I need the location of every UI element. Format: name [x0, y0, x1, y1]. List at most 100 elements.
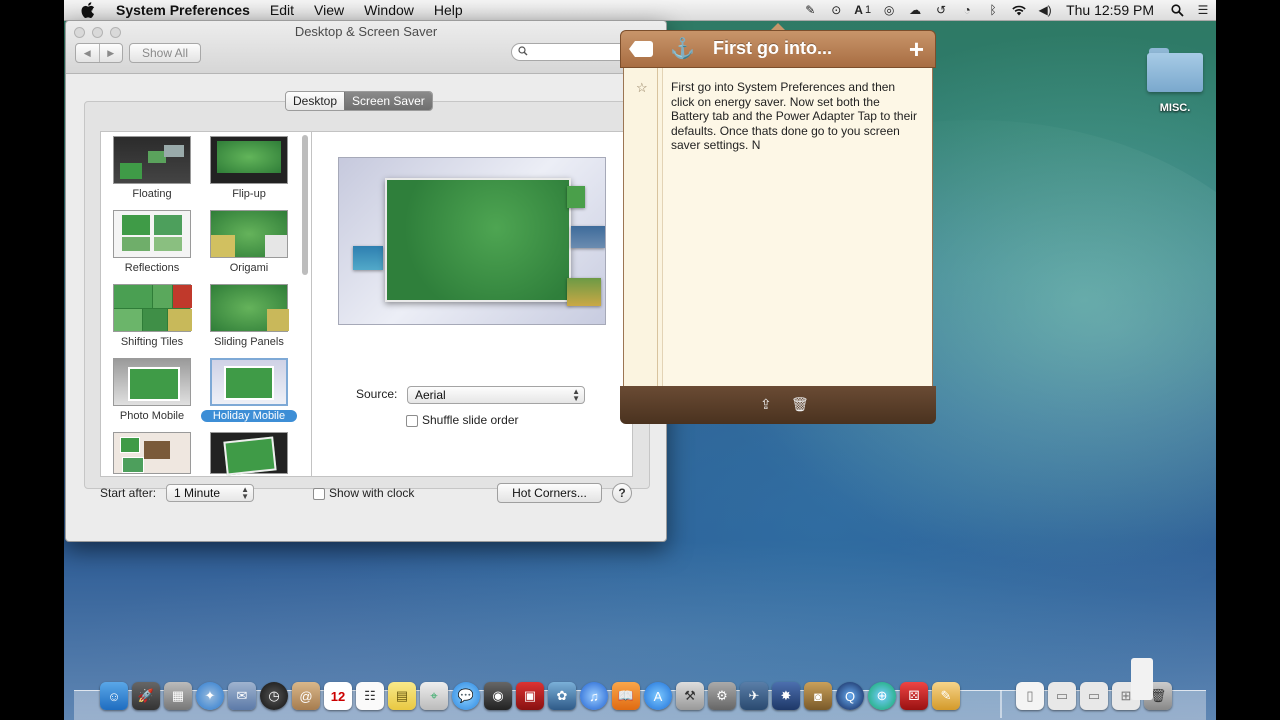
finder-icon[interactable]: ☺: [100, 682, 128, 710]
preview-photo-top-right: [567, 186, 585, 208]
clock-icon[interactable]: ◔: [959, 3, 975, 17]
list-scrollbar[interactable]: [302, 135, 308, 275]
iphoto-icon[interactable]: ✿: [548, 682, 576, 710]
record-icon[interactable]: ⊙: [828, 3, 844, 17]
tab-screen-saver[interactable]: Screen Saver: [344, 92, 432, 110]
menu-window[interactable]: Window: [354, 2, 424, 18]
wifi-icon[interactable]: [1011, 3, 1027, 17]
network-utility-icon[interactable]: ⊕: [868, 682, 896, 710]
note-editor[interactable]: ☆ First go into System Preferences and t…: [623, 68, 933, 414]
saver-label-sliding-panels[interactable]: Sliding Panels: [201, 336, 297, 348]
star-icon[interactable]: ☆: [636, 80, 648, 96]
saver-label-shifting-tiles[interactable]: Shifting Tiles: [104, 336, 200, 348]
contacts-icon[interactable]: @: [292, 682, 320, 710]
screenshots-stack-icon[interactable]: ▭: [1080, 682, 1108, 710]
misc-folder-label: MISC.: [1159, 102, 1191, 114]
status-area: ✎ ⊙ A1 ◎ ☁ ↺ ◔ ᛒ ◀) Thu 12:59 PM ☰: [797, 0, 1216, 20]
saver-label-photo-mobile[interactable]: Photo Mobile: [104, 410, 200, 422]
notification-center-icon[interactable]: ☰: [1195, 3, 1211, 17]
calendar-icon[interactable]: 12: [324, 682, 352, 710]
saver-thumbnail-classic[interactable]: [210, 432, 288, 476]
screen-saver-list: Floating Flip-up Reflections Origami Shi…: [100, 131, 312, 477]
trash-icon[interactable]: 🗑: [791, 396, 809, 413]
reminders-icon[interactable]: ☷: [356, 682, 384, 710]
adobe-icon[interactable]: A1: [854, 3, 871, 17]
menu-help[interactable]: Help: [424, 2, 473, 18]
document-stack-icon[interactable]: ▯: [1016, 682, 1044, 710]
sync-icon[interactable]: ◎: [881, 3, 897, 17]
saver-label-origami[interactable]: Origami: [201, 262, 297, 274]
saver-label-flip-up[interactable]: Flip-up: [201, 188, 297, 200]
airplane-app-icon[interactable]: ✈: [740, 682, 768, 710]
source-popup[interactable]: Aerial ▲ ▼: [407, 386, 585, 404]
share-icon[interactable]: ⇪: [760, 396, 772, 413]
utilities-icon[interactable]: ⚒: [676, 682, 704, 710]
photo-booth-icon[interactable]: ▣: [516, 682, 544, 710]
bluetooth-icon[interactable]: ᛒ: [985, 3, 1001, 17]
downloads-stack-icon[interactable]: ▭: [1048, 682, 1076, 710]
forward-arrow-icon[interactable]: ▶: [100, 44, 123, 62]
creative-cloud-icon[interactable]: ☁: [907, 3, 923, 17]
mission-control-icon[interactable]: ▦: [164, 682, 192, 710]
show-all-button[interactable]: Show All: [129, 43, 201, 63]
app-store-icon[interactable]: A: [644, 682, 672, 710]
mail-icon[interactable]: ✉: [228, 682, 256, 710]
saver-thumbnail-flip-up[interactable]: [210, 136, 288, 184]
system-preferences-icon[interactable]: ⚙: [708, 682, 736, 710]
misc-folder-icon[interactable]: [1147, 48, 1203, 92]
saver-thumbnail-holiday-mobile[interactable]: [210, 358, 288, 406]
shuffle-checkbox[interactable]: [406, 415, 418, 427]
anchor-icon[interactable]: ⚓: [670, 36, 695, 61]
note-footer: ⇪ 🗑: [620, 386, 936, 424]
saver-thumbnail-floating[interactable]: [113, 136, 191, 184]
add-note-icon[interactable]: +: [909, 34, 924, 65]
shuffle-label[interactable]: Shuffle slide order: [422, 413, 519, 427]
volume-icon[interactable]: ◀): [1037, 3, 1053, 17]
safari-icon[interactable]: ✦: [196, 682, 224, 710]
popup-arrows-icon: ▲ ▼: [241, 485, 249, 501]
ibooks-icon[interactable]: 📖: [612, 682, 640, 710]
hot-corners-button[interactable]: Hot Corners...: [497, 483, 602, 503]
back-arrow-icon[interactable]: ◀: [76, 44, 100, 62]
tab-desktop[interactable]: Desktop: [286, 92, 345, 110]
note-text[interactable]: First go into System Preferences and the…: [671, 80, 921, 153]
saver-label-floating[interactable]: Floating: [104, 188, 200, 200]
saver-label-holiday-mobile[interactable]: Holiday Mobile: [201, 410, 297, 422]
saver-thumbnail-origami[interactable]: [210, 210, 288, 258]
note-title: First go into...: [713, 38, 832, 58]
saver-thumbnail-shifting-tiles[interactable]: [113, 284, 192, 332]
dashboard-icon[interactable]: ◷: [260, 682, 288, 710]
apple-icon[interactable]: [80, 2, 96, 18]
notes-widget: ⚓ First go into... + ☆ First go into Sys…: [620, 23, 936, 424]
spotlight-icon[interactable]: [1169, 3, 1185, 17]
saver-thumbnail-sliding-panels[interactable]: [210, 284, 289, 332]
quicktime-icon[interactable]: Q: [836, 682, 864, 710]
saver-thumbnail-vintage-prints[interactable]: [113, 432, 191, 474]
saver-label-reflections[interactable]: Reflections: [104, 262, 200, 274]
menu-view[interactable]: View: [304, 2, 354, 18]
adobe-badge: 1: [864, 4, 872, 16]
saver-thumbnail-photo-mobile[interactable]: [113, 358, 191, 406]
back-tag-icon[interactable]: [629, 41, 653, 57]
messages-icon[interactable]: 💬: [452, 682, 480, 710]
notes-icon[interactable]: ▤: [388, 682, 416, 710]
time-machine-icon[interactable]: ↺: [933, 3, 949, 17]
dice-game-icon[interactable]: ⚄: [900, 682, 928, 710]
menu-app-name[interactable]: System Preferences: [106, 2, 260, 18]
show-clock-label[interactable]: Show with clock: [329, 486, 414, 500]
game-icon[interactable]: ✸: [772, 682, 800, 710]
camera-app-icon[interactable]: ◙: [804, 682, 832, 710]
maps-icon[interactable]: ⌖: [420, 682, 448, 710]
notes-menu-icon[interactable]: ✎: [802, 3, 818, 17]
saver-thumbnail-reflections[interactable]: [113, 210, 191, 258]
facetime-icon[interactable]: ◉: [484, 682, 512, 710]
menu-clock[interactable]: Thu 12:59 PM: [1066, 2, 1154, 18]
help-button[interactable]: ?: [612, 483, 632, 503]
dock-edge-item: [1131, 658, 1153, 700]
show-clock-checkbox[interactable]: [313, 488, 325, 500]
itunes-icon[interactable]: ♫: [580, 682, 608, 710]
pages-icon[interactable]: ✎: [932, 682, 960, 710]
start-after-popup[interactable]: 1 Minute ▲ ▼: [166, 484, 254, 502]
launchpad-icon[interactable]: 🚀: [132, 682, 160, 710]
menu-edit[interactable]: Edit: [260, 2, 304, 18]
